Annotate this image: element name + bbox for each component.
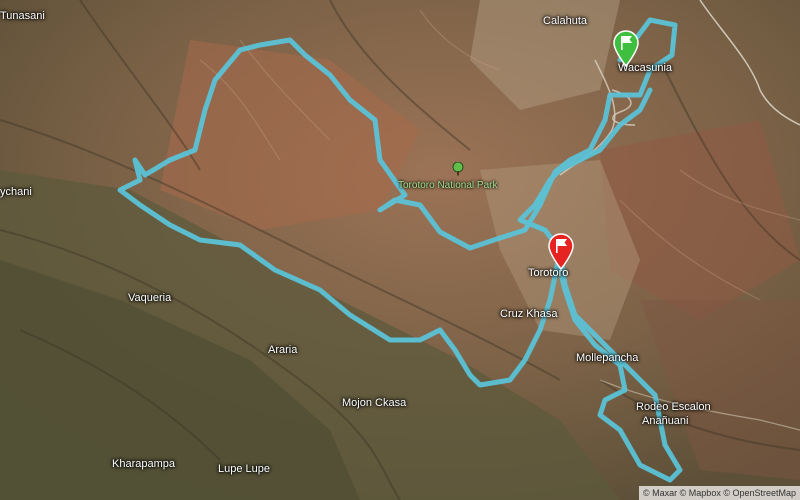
park-label: Torotoro National Park xyxy=(398,180,498,191)
end-flag-marker[interactable] xyxy=(546,232,576,270)
start-flag-marker[interactable] xyxy=(611,29,641,67)
place-label-araria: Araria xyxy=(268,344,298,356)
place-label-tunasani: Tunasani xyxy=(0,10,45,22)
place-label-mojon-ckasa: Mojon Ckasa xyxy=(342,397,407,409)
place-label-cruz-khasa: Cruz Khasa xyxy=(500,308,558,320)
place-label-ananuani: Anañuani xyxy=(642,415,689,427)
place-label-calahuta: Calahuta xyxy=(543,15,588,27)
place-label-vaqueria: Vaqueria xyxy=(128,292,172,304)
map-attribution[interactable]: © Maxar © Mapbox © OpenStreetMap xyxy=(639,486,800,500)
tree-icon xyxy=(452,162,464,176)
place-label-rodeo-escalon: Rodeo Escalon xyxy=(636,401,711,413)
place-label-ychani: ychani xyxy=(0,186,32,198)
place-label-lupe-lupe: Lupe Lupe xyxy=(218,463,270,475)
place-label-mollepancha: Mollepancha xyxy=(576,352,639,364)
place-label-kharapampa: Kharapampa xyxy=(112,458,175,470)
map-view[interactable]: Tunasani Calahuta Wacasunia ychani Vaque… xyxy=(0,0,800,500)
